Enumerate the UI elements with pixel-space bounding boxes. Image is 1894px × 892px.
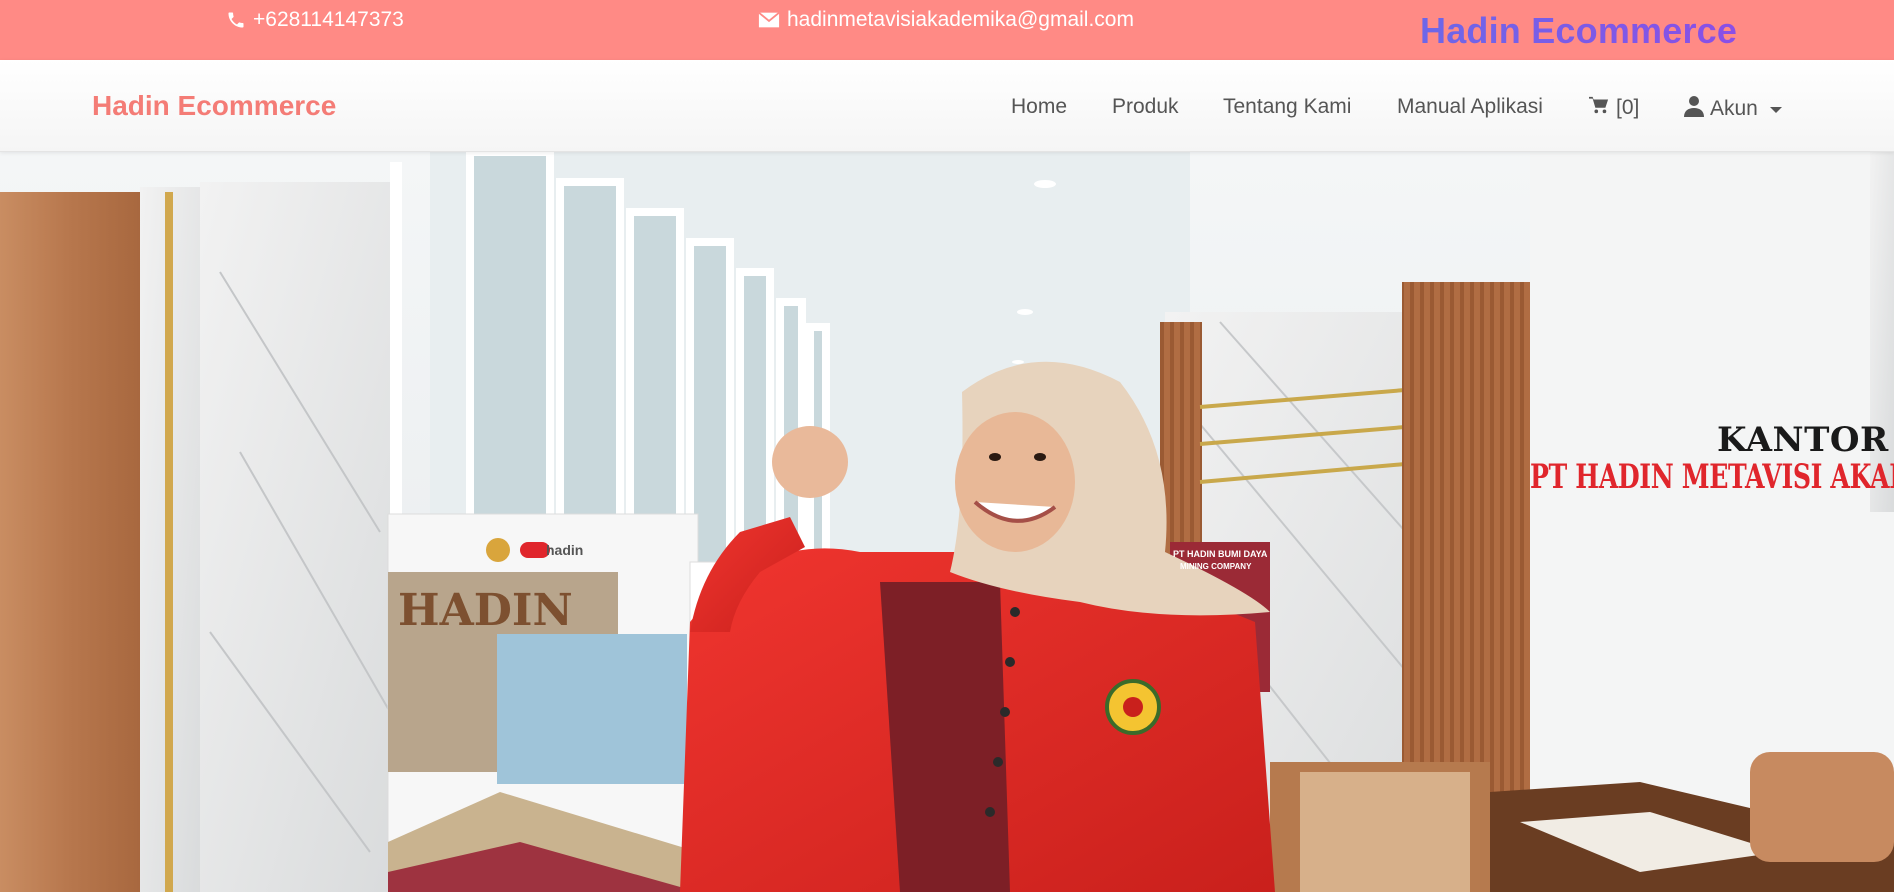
- nav-home-link[interactable]: Home: [1011, 95, 1067, 119]
- nav-cart-link[interactable]: [0]: [1588, 95, 1639, 121]
- hero-banner-image: HADIN hadin PT HADIN BUMI DAYA MINING CO…: [0, 152, 1894, 892]
- account-label: Akun: [1710, 97, 1758, 120]
- nav-tentang-link[interactable]: Tentang Kami: [1223, 95, 1351, 119]
- shopping-cart-icon: [1588, 95, 1610, 121]
- nav-produk-link[interactable]: Produk: [1112, 95, 1179, 119]
- envelope-icon: [758, 11, 780, 29]
- banner-logo-text: hadin: [546, 542, 584, 558]
- cart-count: [0]: [1616, 96, 1640, 119]
- banner-title-text: HADIN: [398, 585, 573, 636]
- bumi-daya-banner-text: PT HADIN BUMI DAYA: [1173, 549, 1268, 559]
- top-contact-bar: +628114147373 hadinmetavisiakademika@gma…: [0, 0, 1894, 60]
- navbar-brand-link[interactable]: Hadin Ecommerce: [92, 90, 336, 122]
- office-sign-company: PT HADIN METAVISI AKADEMIKA: [1530, 457, 1894, 497]
- email-contact[interactable]: hadinmetavisiakademika@gmail.com: [758, 8, 1134, 32]
- office-sign-kantor: KANTOR: [1717, 420, 1889, 460]
- user-icon: [1684, 95, 1704, 123]
- bumi-daya-banner-subtext: MINING COMPANY: [1180, 562, 1252, 571]
- main-navbar: Hadin Ecommerce Home Produk Tentang Kami…: [0, 60, 1894, 152]
- phone-icon: [226, 10, 246, 30]
- phone-number: +628114147373: [253, 8, 404, 31]
- email-address: hadinmetavisiakademika@gmail.com: [787, 8, 1134, 31]
- hero-photo-illustration: [0, 152, 1894, 892]
- nav-manual-link[interactable]: Manual Aplikasi: [1397, 95, 1543, 119]
- nav-account-dropdown[interactable]: Akun: [1684, 95, 1782, 123]
- topbar-brand: Hadin Ecommerce: [1420, 10, 1738, 51]
- phone-contact[interactable]: +628114147373: [226, 8, 404, 32]
- caret-down-icon: [1769, 107, 1782, 113]
